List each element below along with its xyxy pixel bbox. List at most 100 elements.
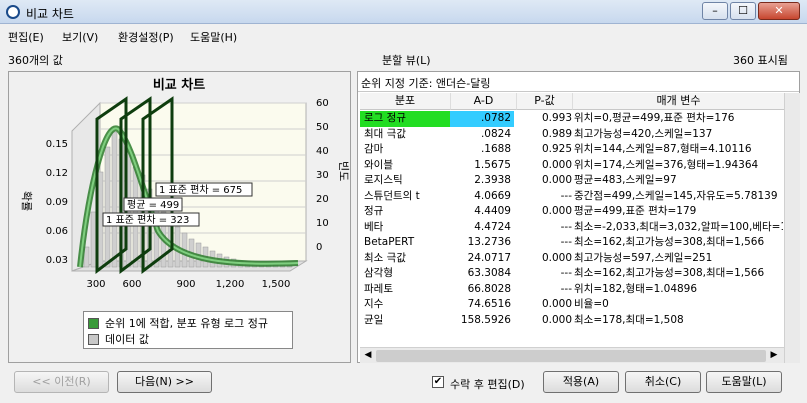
cell-distribution: 와이블 (364, 158, 393, 171)
cell-pvalue: 0.989 (541, 127, 572, 140)
menu-help[interactable]: 도움말(H) (190, 29, 237, 45)
scroll-thumb[interactable] (376, 350, 766, 362)
menu-view[interactable]: 보기(V) (62, 29, 98, 45)
cell-ad: .1688 (480, 143, 511, 155)
menu-edit[interactable]: 편집(E) (8, 29, 44, 45)
cell-params: 위치=0,평균=499,표준 편차=176 (574, 112, 735, 124)
table-row[interactable]: 감마 .1688 0.925 위치=144,스케일=87,형태=4.10116 (360, 142, 783, 158)
cell-params: 최소=162,최고가능성=308,최대=1,566 (574, 267, 765, 279)
table-row[interactable]: 와이블 1.5675 0.000 위치=174,스케일=376,형태=1.94364 (360, 158, 783, 174)
display-count: 360 표시됨 (733, 54, 788, 67)
accept-edit-label: 수락 후 편집(D) (450, 378, 525, 391)
cell-params: 평균=483,스케일=97 (574, 174, 677, 186)
table-row[interactable]: 정규 4.4409 0.000 평균=499,표준 편차=179 (360, 204, 783, 220)
scroll-right-icon[interactable]: ▶ (768, 350, 780, 362)
minimize-icon[interactable]: – (702, 2, 728, 20)
cell-params: 중간점=499,스케일=145,자유도=5.78139 (574, 189, 778, 202)
scroll-left-icon[interactable]: ◀ (362, 350, 374, 362)
x-tick: 900 (176, 279, 195, 290)
legend-fit: 순위 1에 적합, 분포 유형 로그 정규 (88, 316, 268, 330)
legend-data-swatch (88, 333, 99, 345)
table-row[interactable]: 최소 극값 24.0717 0.000 최고가능성=597,스케일=251 (360, 251, 783, 267)
next-button[interactable]: 다음(N) >> (117, 371, 212, 393)
cell-distribution: 스튜던트의 t (364, 189, 420, 202)
cell-pvalue: 0.000 (541, 158, 572, 171)
cell-pvalue: --- (560, 220, 572, 233)
cell-ad: 4.4724 (474, 220, 511, 233)
table-row[interactable]: 로지스틱 2.3938 0.000 평균=483,스케일=97 (360, 173, 783, 189)
help-button[interactable]: 도움말(L) (706, 371, 782, 393)
legend-fit-swatch (88, 317, 99, 329)
col-pvalue[interactable]: P-값 (516, 93, 572, 110)
cell-pvalue: 0.000 (541, 205, 572, 217)
annotation-label: 1 표준 편차 = 675 (159, 184, 242, 196)
table-row[interactable]: 로그 정규 .0782 0.993 위치=0,평균=499,표준 편차=176 (360, 111, 783, 127)
cell-params: 최고가능성=597,스케일=251 (574, 251, 713, 264)
prev-button[interactable]: << 이전(R) (14, 371, 109, 393)
cell-params: 위치=182,형태=1.04896 (574, 282, 698, 295)
col-distribution[interactable]: 분포 (360, 93, 450, 110)
accept-edit-checkbox[interactable]: ✔ (432, 376, 444, 388)
chart-legend: 순위 1에 적합, 분포 유형 로그 정규 데이터 값 (83, 311, 293, 349)
y-tick-left: 0.12 (46, 168, 68, 179)
y-tick-right: 50 (316, 122, 329, 133)
table-row[interactable]: 삼각형 63.3084 --- 최소=162,최고가능성=308,최대=1,566 (360, 266, 783, 282)
table-row[interactable]: 스튜던트의 t 4.0669 --- 중간점=499,스케일=145,자유도=5.78… (360, 189, 783, 205)
cell-ad: 1.5675 (474, 158, 511, 171)
x-tick: 1,200 (216, 279, 245, 290)
legend-data-label: 데이터 값 (105, 333, 149, 346)
table-row[interactable]: 균일 158.5926 0.000 최소=178,최대=1,508 (360, 313, 783, 329)
table-row[interactable]: 최대 극값 .0824 0.989 최고가능성=420,스케일=137 (360, 127, 783, 143)
table-row[interactable]: 지수 74.6516 0.000 비율=0 (360, 297, 783, 313)
title-bar: 비교 차트 – ☐ ✕ (0, 0, 807, 24)
cell-pvalue: 0.000 (541, 251, 572, 264)
col-ad[interactable]: A-D (450, 93, 516, 110)
close-icon[interactable]: ✕ (758, 2, 800, 20)
cell-distribution: BetaPERT (364, 236, 415, 248)
cell-pvalue: --- (560, 282, 572, 295)
app-icon (6, 5, 20, 19)
cell-distribution: 최대 극값 (364, 127, 406, 140)
annotation-label: 1 표준 편차 = 323 (106, 214, 189, 226)
cell-params: 비율=0 (574, 298, 609, 310)
cell-pvalue: 0.925 (541, 143, 572, 155)
ranking-caption: 순위 지정 기준: 앤더슨-달링 (361, 77, 491, 90)
cell-params: 위치=144,스케일=87,형태=4.10116 (574, 143, 752, 155)
cell-distribution: 정규 (364, 205, 384, 217)
cell-distribution: 지수 (364, 298, 384, 310)
y-tick-right: 0 (316, 242, 322, 253)
cell-ad: 66.8028 (467, 282, 511, 295)
cell-distribution: 균일 (364, 313, 384, 326)
cell-ad: 24.0717 (467, 251, 511, 264)
cell-ad: .0782 (450, 111, 514, 127)
x-tick: 1,500 (262, 279, 291, 290)
y-tick-right: 40 (316, 146, 329, 157)
legend-data: 데이터 값 (88, 332, 149, 346)
y-tick-right: 20 (316, 194, 329, 205)
col-params[interactable]: 매개 변수 (572, 93, 784, 110)
cell-pvalue: 0.993 (541, 112, 572, 124)
table-row[interactable]: 파레토 66.8028 --- 위치=182,형태=1.04896 (360, 282, 783, 298)
maximize-icon[interactable]: ☐ (730, 2, 756, 20)
menu-preferences[interactable]: 환경설정(P) (118, 29, 174, 45)
y-tick-right: 10 (316, 218, 329, 229)
table-row[interactable]: 베타 4.4724 --- 최소=-2,033,최대=3,032,알파=100,베타=… (360, 220, 783, 236)
cell-params: 평균=499,표준 편차=179 (574, 205, 697, 217)
data-bar (104, 146, 111, 268)
window-title: 비교 차트 (26, 7, 74, 21)
cell-ad: 2.3938 (474, 174, 511, 186)
cell-ad: 4.4409 (474, 205, 511, 217)
cell-pvalue: 0.000 (541, 298, 572, 310)
cell-params: 최고가능성=420,스케일=137 (574, 127, 713, 140)
table-row[interactable]: BetaPERT 13.2736 --- 최소=162,최고가능성=308,최대=1,… (360, 235, 783, 251)
cell-ad: 13.2736 (467, 236, 511, 248)
y-tick-right: 30 (316, 170, 329, 181)
cancel-button[interactable]: 취소(C) (625, 371, 701, 393)
cell-ad: 74.6516 (467, 298, 511, 310)
split-view-toggle[interactable]: 분할 뷰(L) (382, 52, 431, 68)
cell-params: 최소=-2,033,최대=3,032,알파=100,베타=100 (574, 220, 783, 233)
apply-button[interactable]: 적용(A) (543, 371, 619, 393)
cell-ad: .0824 (480, 127, 511, 140)
table-horizontal-scrollbar[interactable]: ◀ ▶ (360, 347, 784, 363)
table-vertical-scrollbar[interactable] (784, 93, 800, 363)
